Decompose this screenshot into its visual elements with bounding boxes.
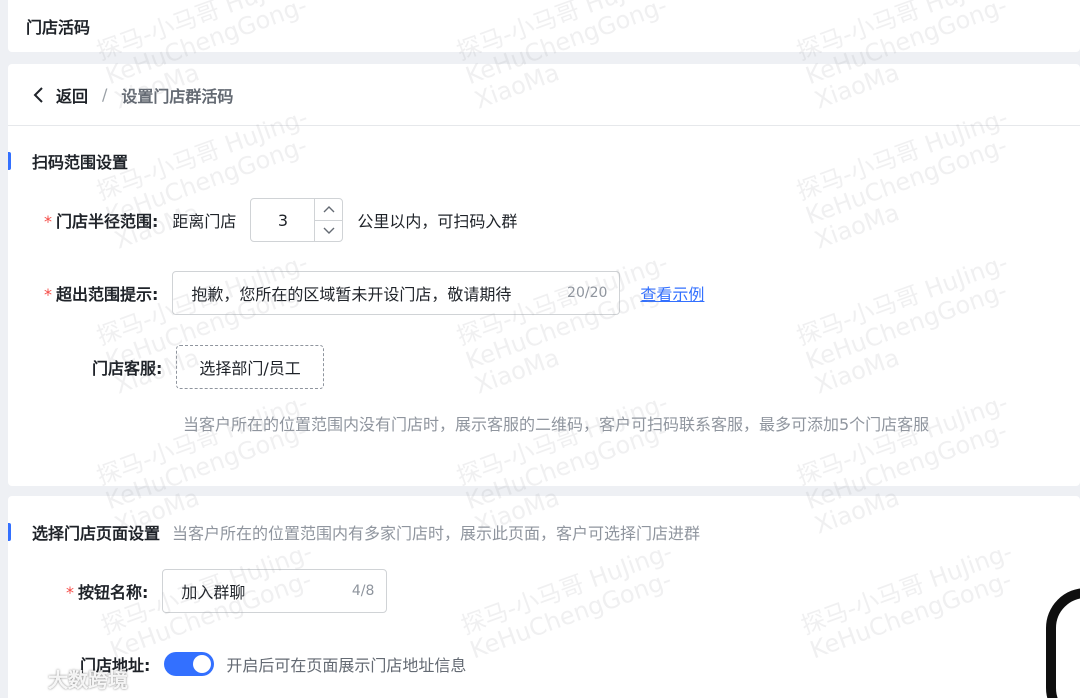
store-address-row: 门店地址: 开启后可在页面展示门店地址信息 xyxy=(80,652,466,676)
page-title: 门店活码 xyxy=(26,18,91,37)
radius-label-text: 门店半径范围: xyxy=(56,212,159,231)
required-mark: * xyxy=(66,583,74,602)
brand-text: 大数跨境 xyxy=(48,668,128,692)
button-name-counter: 4/8 xyxy=(351,583,375,599)
button-name-label-text: 按钮名称: xyxy=(78,583,149,602)
scan-range-card: 返回 / 设置门店群活码 扫码范围设置 * 门店半径范围: 距离门店 3 公里以内… xyxy=(8,64,1080,486)
button-name-value: 加入群聊 xyxy=(181,583,246,602)
radius-stepper[interactable]: 3 xyxy=(250,198,344,242)
out-of-range-counter: 20/20 xyxy=(567,285,608,301)
back-link[interactable]: 返回 xyxy=(56,83,88,107)
button-name-label: * 按钮名称: xyxy=(66,579,148,603)
store-service-label: 门店客服: xyxy=(92,359,163,378)
required-mark: * xyxy=(44,212,52,231)
store-page-card: 选择门店页面设置 当客户所在的位置范围内有多家门店时，展示此页面，客户可选择门店… xyxy=(8,496,1080,698)
radius-suffix: 公里以内，可扫码入群 xyxy=(357,212,518,231)
out-of-range-label-text: 超出范围提示: xyxy=(56,285,159,304)
out-of-range-input[interactable]: 抱歉，您所在的区域暂未开设门店，敬请期待 20/20 xyxy=(172,271,621,315)
store-address-hint: 开启后可在页面展示门店地址信息 xyxy=(226,656,467,675)
radius-prefix: 距离门店 xyxy=(172,212,237,231)
section-accent-bar xyxy=(8,152,11,170)
scan-range-section-header: 扫码范围设置 xyxy=(8,149,128,173)
store-service-row: 门店客服: 选择部门/员工 xyxy=(92,345,324,389)
store-service-hint: 当客户所在的位置范围内没有门店时，展示客服的二维码，客户可扫码联系客服，最多可添… xyxy=(183,415,930,434)
required-mark: * xyxy=(44,285,52,304)
chevron-up-icon[interactable] xyxy=(315,199,342,220)
store-address-toggle[interactable] xyxy=(164,652,215,676)
chevron-down-icon[interactable] xyxy=(315,219,343,242)
radius-value[interactable]: 3 xyxy=(251,199,314,241)
button-name-row: * 按钮名称: 加入群聊 4/8 xyxy=(66,569,388,613)
store-page-title: 选择门店页面设置 xyxy=(32,524,161,543)
section-accent-bar xyxy=(8,523,11,541)
select-department-staff-button[interactable]: 选择部门/员工 xyxy=(176,345,324,389)
chevron-left-icon[interactable] xyxy=(32,86,46,103)
scan-range-title: 扫码范围设置 xyxy=(32,153,129,172)
store-page-section-header: 选择门店页面设置 当客户所在的位置范围内有多家门店时，展示此页面，客户可选择门店… xyxy=(8,520,700,544)
out-of-range-row: * 超出范围提示: 抱歉，您所在的区域暂未开设门店，敬请期待 20/20 查看示例 xyxy=(44,271,704,315)
breadcrumb-separator: / xyxy=(102,85,108,104)
out-of-range-label: * 超出范围提示: xyxy=(44,281,158,305)
top-bar: 门店活码 xyxy=(8,0,1080,52)
breadcrumb-current: 设置门店群活码 xyxy=(121,86,234,106)
toggle-knob xyxy=(193,655,212,673)
radius-label: * 门店半径范围: xyxy=(44,208,158,232)
button-name-input[interactable]: 加入群聊 4/8 xyxy=(162,569,388,613)
brand-mark-icon xyxy=(8,668,42,690)
radius-row: * 门店半径范围: 距离门店 3 公里以内，可扫码入群 xyxy=(44,198,517,242)
view-example-link[interactable]: 查看示例 xyxy=(640,281,704,305)
breadcrumb: 返回 / 设置门店群活码 xyxy=(8,64,1080,126)
out-of-range-value: 抱歉，您所在的区域暂未开设门店，敬请期待 xyxy=(191,285,512,304)
stepper-buttons xyxy=(314,199,343,242)
store-page-desc: 当客户所在的位置范围内有多家门店时，展示此页面，客户可选择门店进群 xyxy=(172,524,701,543)
brand-logo: 大数跨境 xyxy=(8,664,128,693)
